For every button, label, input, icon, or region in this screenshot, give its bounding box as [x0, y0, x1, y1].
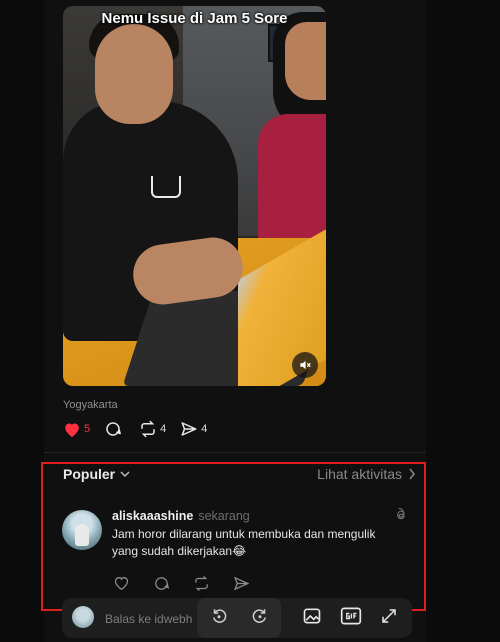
repost-icon	[141, 420, 155, 438]
activity-label: Lihat aktivitas	[317, 466, 402, 482]
gif-icon	[340, 607, 362, 625]
comment-time: sekarang	[198, 509, 250, 523]
comment-actions	[112, 574, 250, 592]
shirt-logo	[151, 176, 181, 198]
post-location[interactable]: Yogyakarta	[63, 399, 118, 411]
like-count: 5	[84, 423, 91, 435]
forward-button[interactable]	[245, 601, 275, 631]
view-activity-link[interactable]: Lihat aktivitas	[317, 466, 416, 482]
heart-outline-icon	[114, 577, 128, 591]
comment-bubble-icon	[106, 422, 121, 436]
comment-username[interactable]: aliskaaashine sekarang	[112, 509, 250, 523]
like-button[interactable]: 5	[63, 421, 90, 438]
avatar[interactable]	[62, 510, 102, 550]
threads-logo-icon	[397, 507, 405, 520]
reply-avatar	[72, 606, 94, 628]
rewind-icon	[213, 609, 227, 623]
comment-repost-button[interactable]	[192, 574, 210, 592]
image-button[interactable]	[297, 601, 327, 631]
comment-like-button[interactable]	[112, 574, 130, 592]
fast-forward-icon	[252, 609, 266, 623]
expand-icon	[382, 609, 396, 623]
divider	[44, 452, 426, 453]
chevron-down-icon	[120, 471, 130, 478]
reply-input[interactable]: Balas ke idwebh	[105, 612, 192, 626]
video-person-face	[285, 22, 326, 100]
gif-button[interactable]	[336, 601, 366, 631]
comment-button[interactable]	[104, 420, 125, 438]
comment-share-button[interactable]	[232, 574, 250, 592]
chevron-right-icon	[409, 468, 415, 480]
video-title: Nemu Issue di Jam 5 Sore	[101, 10, 288, 27]
repost-icon	[194, 575, 208, 591]
comment-text: Jam horor dilarang untuk membuka dan men…	[112, 527, 376, 558]
mute-button[interactable]	[292, 352, 318, 378]
comment-reply-button[interactable]	[152, 574, 170, 592]
username-text: aliskaaashine	[112, 509, 194, 523]
speaker-muted-icon	[300, 360, 311, 370]
rewind-button[interactable]	[204, 601, 234, 631]
repost-count: 4	[160, 423, 167, 435]
share-count: 4	[201, 423, 208, 435]
share-button[interactable]: 4	[180, 420, 207, 438]
expand-button[interactable]	[374, 601, 404, 631]
repost-button[interactable]: 4	[139, 420, 166, 438]
video-man-face	[95, 24, 173, 124]
comment-bubble-icon	[154, 576, 169, 590]
post-actions: 5 4 4	[63, 420, 207, 438]
send-icon	[233, 576, 249, 590]
send-icon	[181, 422, 197, 436]
sort-label: Populer	[63, 466, 116, 482]
sort-dropdown[interactable]: Populer	[63, 466, 130, 482]
image-icon	[303, 608, 321, 624]
threads-icon[interactable]	[393, 507, 409, 528]
heart-filled-icon	[65, 423, 79, 437]
video-player[interactable]: Nemu Issue di Jam 5 Sore	[63, 6, 326, 386]
